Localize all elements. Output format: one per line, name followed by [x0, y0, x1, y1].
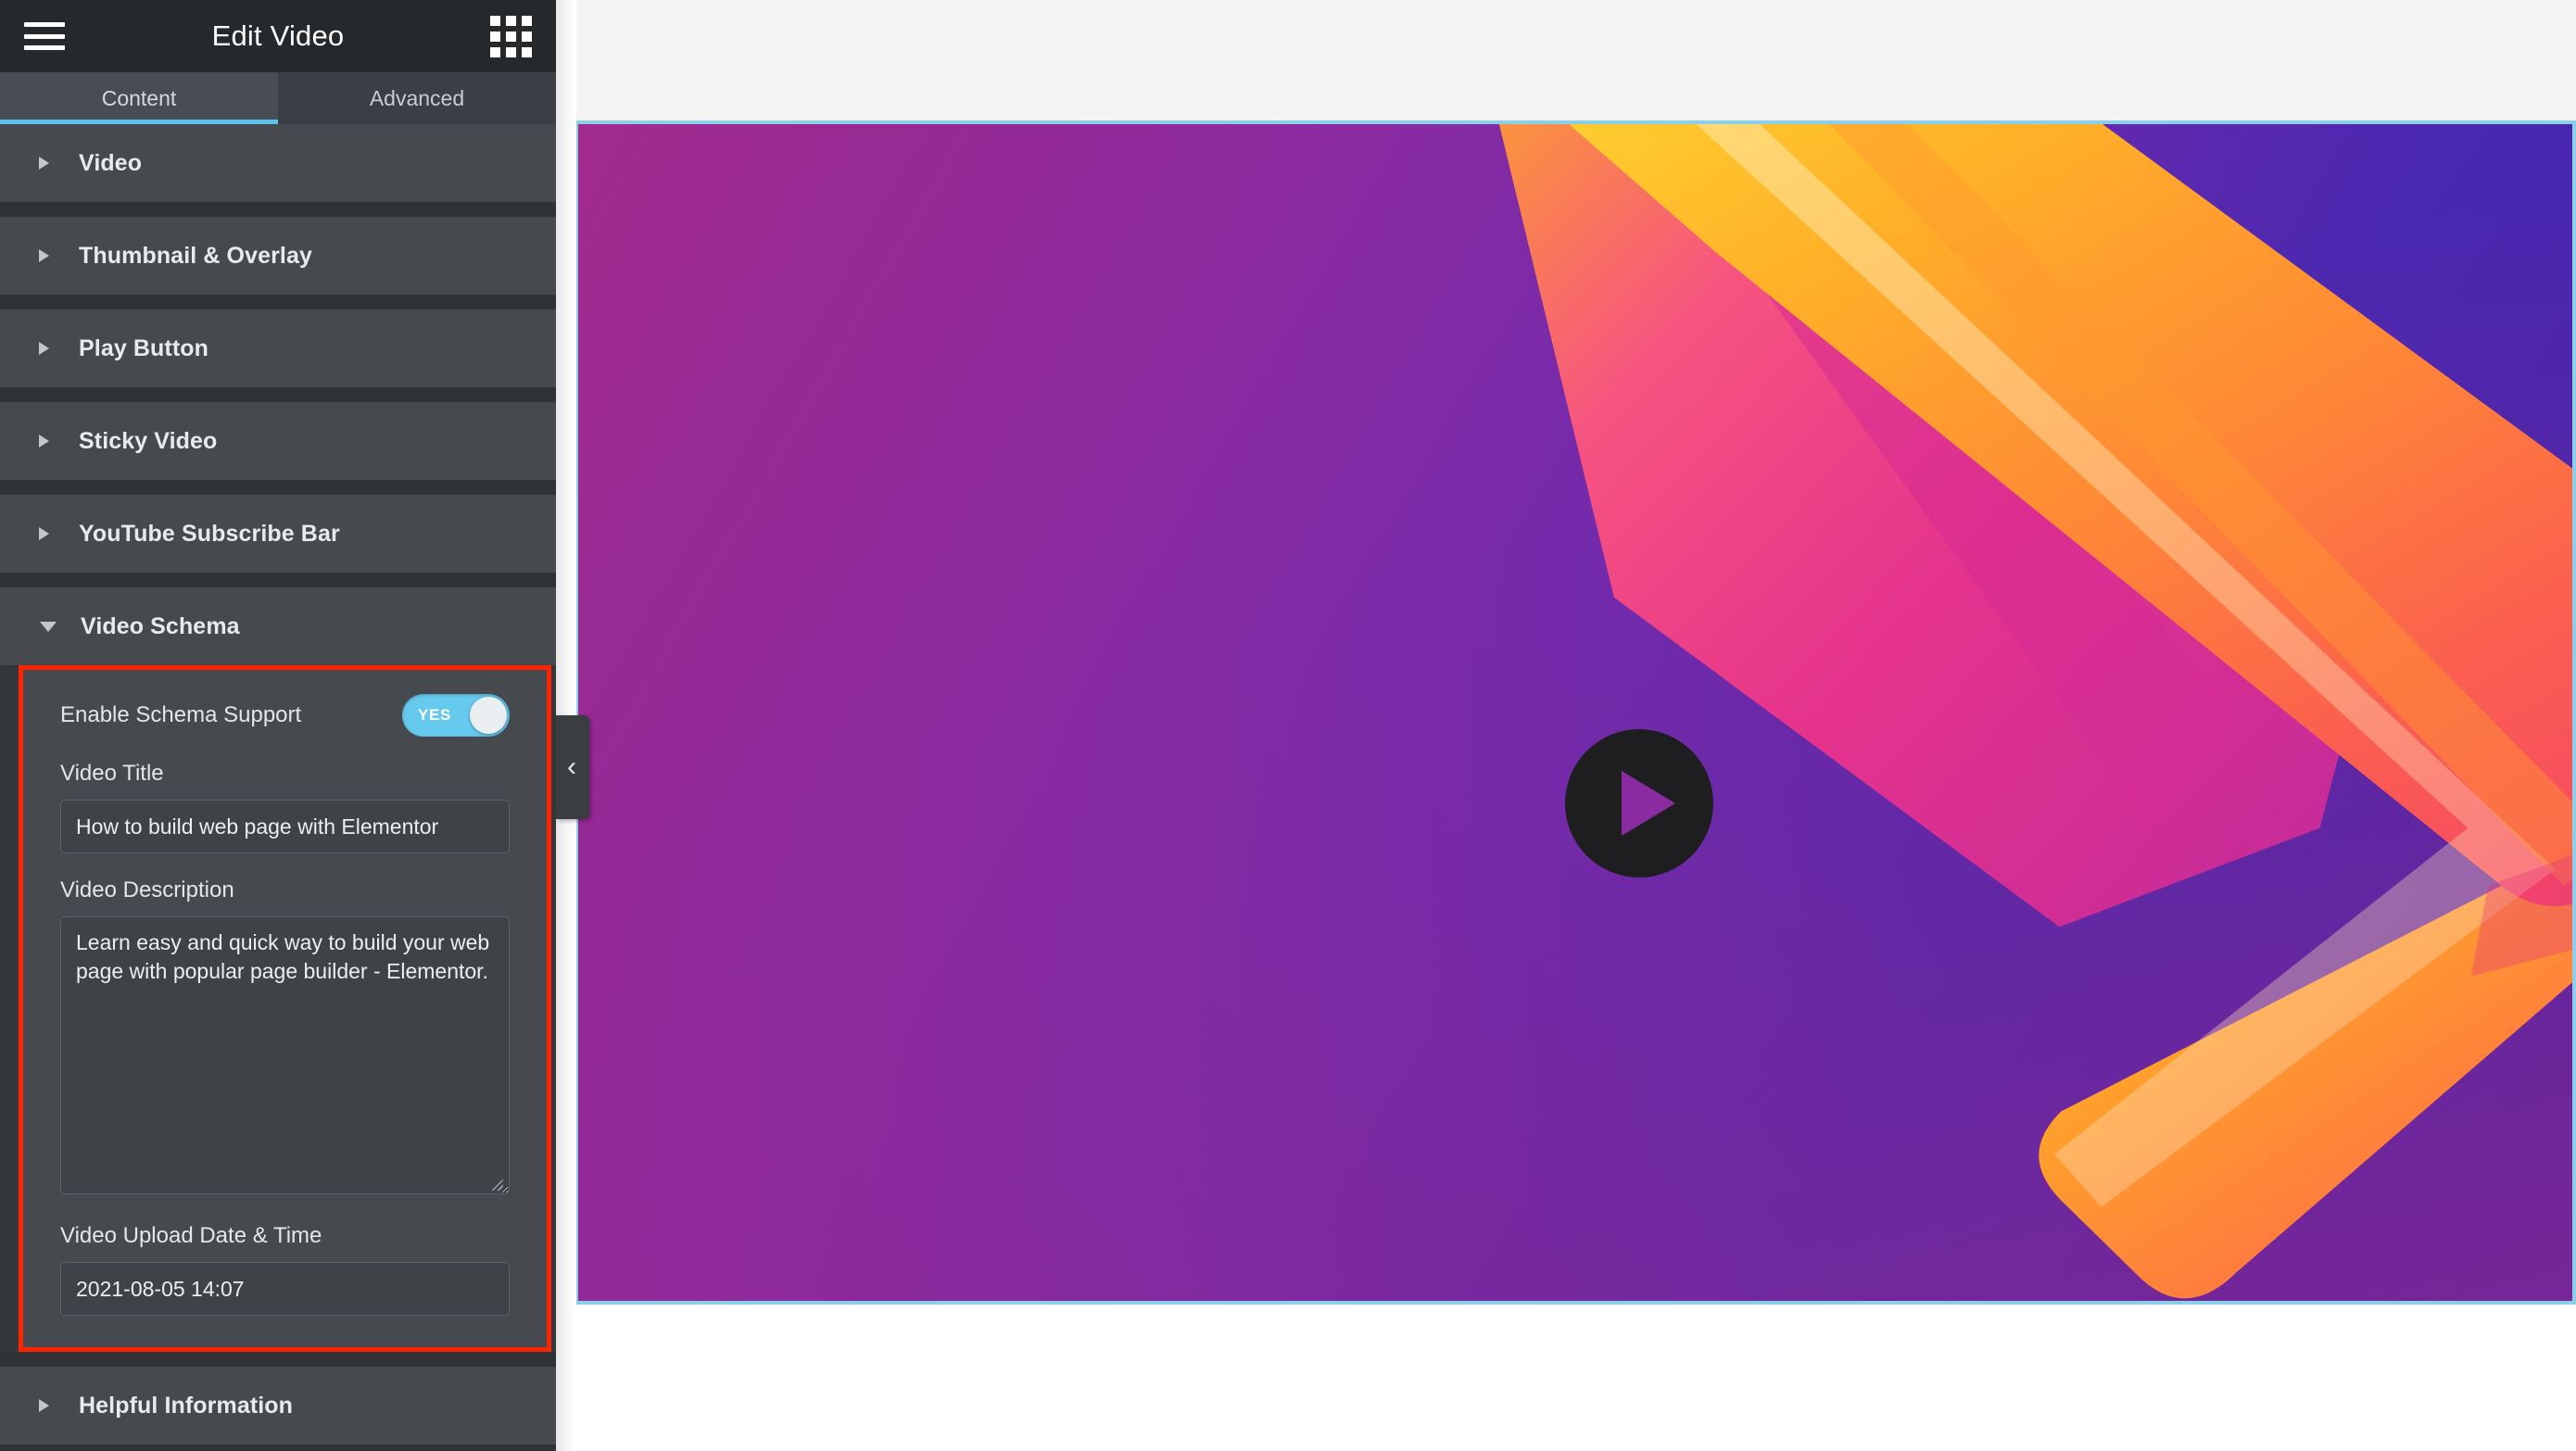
section-label: YouTube Subscribe Bar: [79, 520, 340, 547]
video-description-field-group: Video Description: [60, 877, 510, 1199]
enable-schema-support-row: Enable Schema Support YES: [60, 694, 510, 737]
section-divider: [0, 202, 556, 217]
section-divider: [0, 1445, 556, 1451]
chevron-down-icon: [40, 621, 57, 632]
video-schema-highlight-region: Enable Schema Support YES Video Title Vi…: [0, 665, 556, 1352]
video-title-label: Video Title: [60, 761, 164, 786]
section-divider: [0, 295, 556, 309]
video-description-textarea[interactable]: [60, 916, 510, 1194]
section-divider: [0, 1352, 556, 1367]
video-schema-controls: Enable Schema Support YES Video Title Vi…: [19, 665, 551, 1352]
section-label: Sticky Video: [79, 427, 218, 454]
section-youtube-subscribe-bar[interactable]: YouTube Subscribe Bar: [0, 495, 556, 573]
section-divider: [0, 480, 556, 495]
video-description-wrapper: [60, 916, 510, 1199]
video-title-field-group: Video Title: [60, 761, 510, 853]
enable-schema-support-label: Enable Schema Support: [60, 702, 302, 727]
canvas-top-bar: [556, 0, 2576, 120]
section-helpful-information[interactable]: Helpful Information: [0, 1367, 556, 1445]
video-description-label: Video Description: [60, 877, 234, 902]
video-widget-frame[interactable]: [575, 120, 2576, 1305]
enable-schema-support-toggle[interactable]: YES: [402, 694, 510, 737]
section-label: Play Button: [79, 334, 208, 361]
section-label: Helpful Information: [79, 1392, 294, 1419]
video-thumbnail-artwork: [578, 124, 2572, 1301]
grid-apps-icon[interactable]: [490, 15, 532, 57]
play-triangle-icon: [1622, 771, 1675, 836]
section-label: Thumbnail & Overlay: [79, 242, 312, 269]
panel-header: Edit Video: [0, 0, 556, 72]
page-title: Edit Video: [211, 19, 345, 52]
elementor-editor: Edit Video Content Advanced Video Thumbn…: [0, 0, 2576, 1451]
section-thumbnail-overlay[interactable]: Thumbnail & Overlay: [0, 217, 556, 295]
panel-tabs: Content Advanced: [0, 72, 556, 124]
chevron-right-icon: [39, 249, 49, 262]
video-upload-date-label: Video Upload Date & Time: [60, 1223, 322, 1248]
section-video-schema[interactable]: Video Schema: [0, 587, 556, 665]
play-button[interactable]: [1565, 729, 1713, 877]
toggle-knob: [470, 697, 507, 734]
section-video[interactable]: Video: [0, 124, 556, 202]
chevron-right-icon: [39, 435, 49, 448]
tab-content[interactable]: Content: [0, 72, 278, 124]
video-title-input[interactable]: [60, 800, 510, 853]
chevron-right-icon: [39, 527, 49, 540]
canvas-bottom-area: [556, 1308, 2576, 1451]
section-divider: [0, 387, 556, 402]
section-label: Video: [79, 149, 143, 176]
section-play-button[interactable]: Play Button: [0, 309, 556, 387]
hamburger-menu-icon[interactable]: [24, 22, 65, 50]
preview-canvas: [556, 0, 2576, 1451]
artwork-ribbon-shapes: [578, 124, 2572, 1301]
editor-panel-sidebar: Edit Video Content Advanced Video Thumbn…: [0, 0, 556, 1451]
chevron-right-icon: [39, 342, 49, 355]
section-label: Video Schema: [81, 612, 240, 639]
tab-advanced[interactable]: Advanced: [278, 72, 556, 124]
chevron-right-icon: [39, 1399, 49, 1412]
toggle-value-label: YES: [418, 706, 451, 724]
chevron-right-icon: [39, 157, 49, 170]
chevron-left-icon: ‹: [567, 751, 576, 782]
section-divider: [0, 573, 556, 587]
ribbon-svg: [1498, 124, 2572, 1299]
collapse-panel-handle[interactable]: ‹: [556, 715, 589, 819]
panel-sections: Video Thumbnail & Overlay Play Button St…: [0, 124, 556, 1451]
section-sticky-video[interactable]: Sticky Video: [0, 402, 556, 480]
video-upload-date-field-group: Video Upload Date & Time: [60, 1223, 510, 1316]
video-upload-date-input[interactable]: [60, 1262, 510, 1316]
